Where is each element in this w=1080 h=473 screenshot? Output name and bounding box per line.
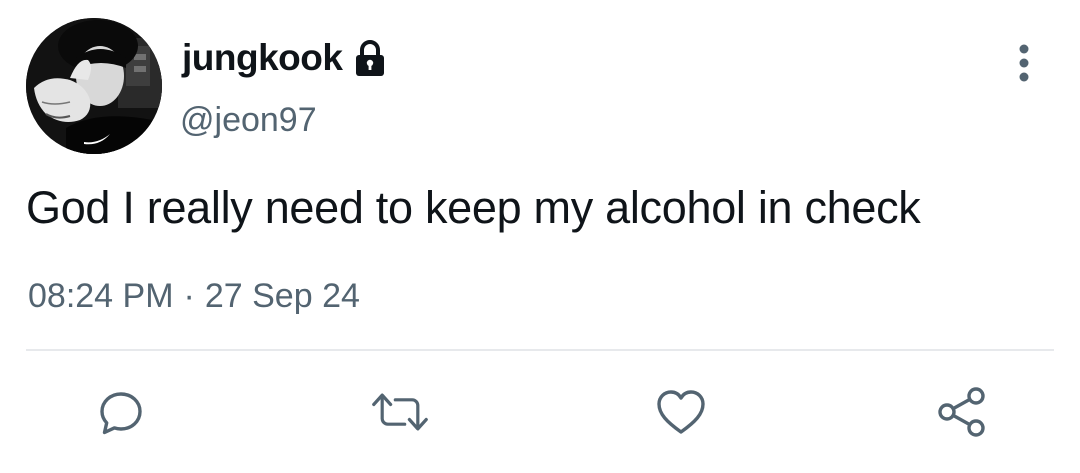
- tweet-text: God I really need to keep my alcohol in …: [26, 182, 921, 233]
- display-name[interactable]: jungkook: [182, 36, 343, 80]
- tweet-timestamp[interactable]: 08:24 PM · 27 Sep 24: [28, 272, 360, 320]
- author-name-row: jungkook: [182, 36, 390, 80]
- heart-icon: [657, 390, 705, 434]
- like-button[interactable]: [651, 382, 711, 442]
- retweet-icon: [372, 393, 428, 431]
- reply-icon: [100, 392, 142, 435]
- tweet-time: 08:24 PM: [28, 277, 174, 315]
- divider: [26, 349, 1054, 351]
- more-options-icon[interactable]: [1006, 40, 1042, 86]
- retweet-button[interactable]: [370, 382, 430, 442]
- lock-icon: [350, 36, 390, 80]
- username[interactable]: @jeon97: [180, 98, 317, 142]
- meta-separator: ·: [183, 277, 195, 315]
- share-icon: [938, 387, 985, 437]
- share-button[interactable]: [932, 382, 992, 442]
- avatar[interactable]: [26, 18, 162, 154]
- tweet-date: 27 Sep 24: [204, 277, 360, 315]
- action-bar: [0, 382, 1080, 442]
- reply-button[interactable]: [91, 382, 151, 442]
